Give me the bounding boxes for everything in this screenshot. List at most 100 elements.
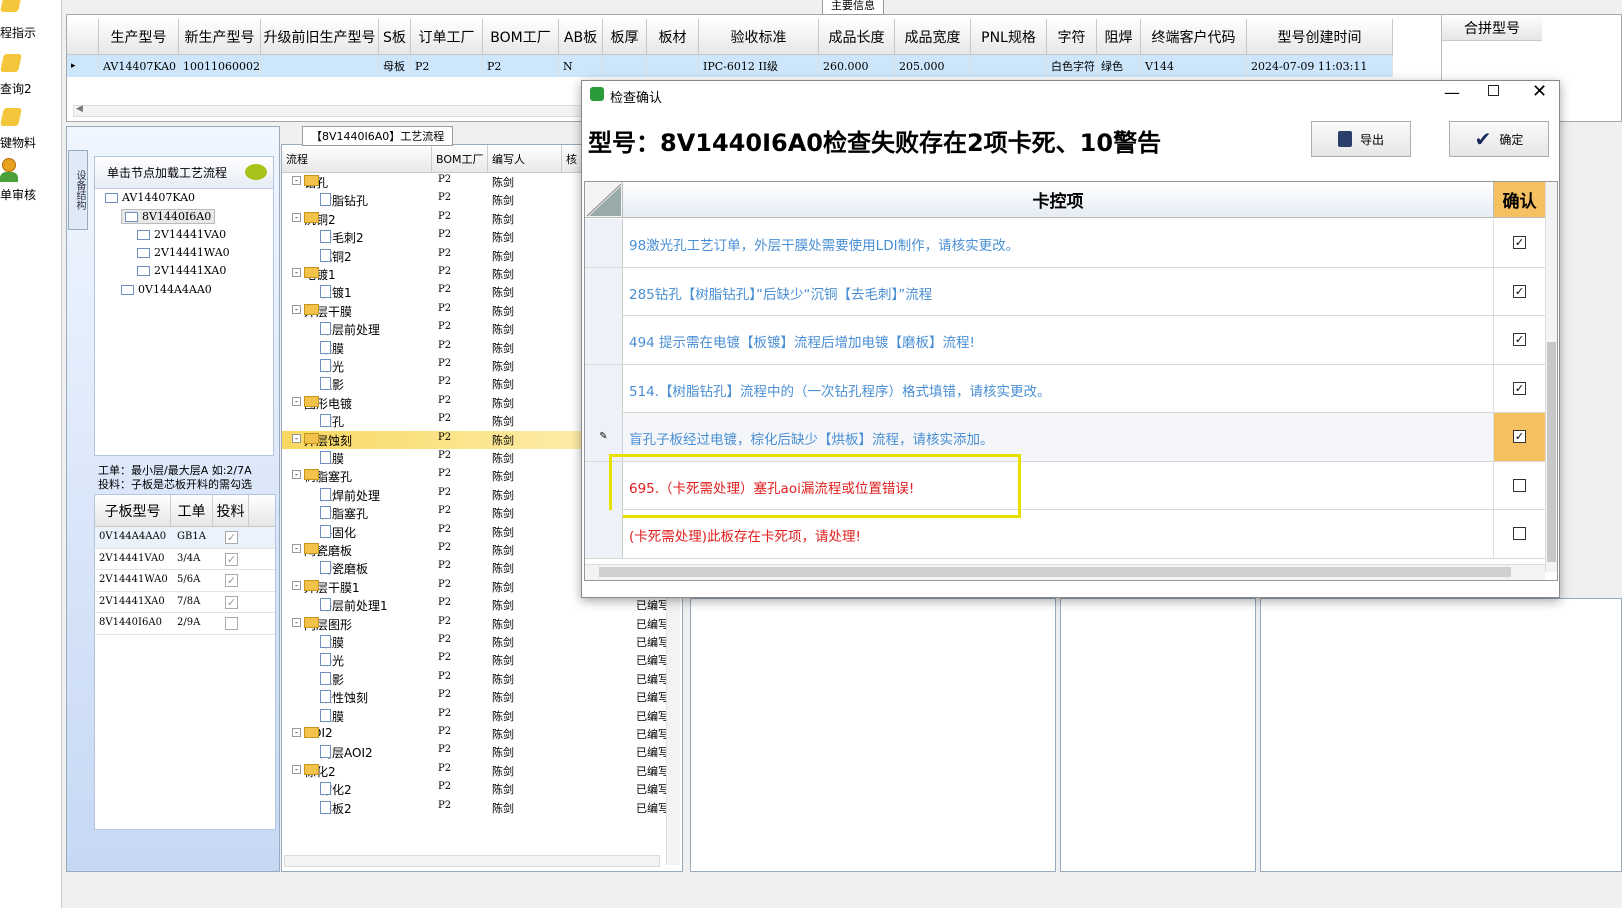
process-row[interactable]: 外层前处理1 P2 陈剑 已编写 [282,596,682,614]
table-cell[interactable]: V144 [1141,55,1247,77]
expand-toggle[interactable]: - [292,212,301,222]
process-row[interactable]: 退膜 P2 陈剑 已编写 [282,707,682,725]
expand-toggle[interactable]: - [292,544,301,553]
export-button[interactable]: 导出 [1311,121,1411,157]
table-cell[interactable]: 白色字符 [1047,55,1097,77]
grid-hscrollbar[interactable] [585,564,1545,580]
check-row[interactable]: (卡死需处理)此板存在卡死项，请处理! [585,510,1545,559]
col-header[interactable]: AB板 [559,19,603,55]
table-cell[interactable] [261,55,379,77]
col-header[interactable]: 板材 [647,19,699,55]
toolbar-item-1[interactable]: 查询2 [0,52,60,98]
confirm-checkbox[interactable]: ✓ [1513,236,1526,249]
expand-toggle[interactable]: - [292,617,301,627]
table-row[interactable]: 2V14441XA0 7/8A ✓ [95,592,275,613]
table-cell[interactable]: P2 [411,55,483,77]
table-cell[interactable]: IPC-6012 II级 [699,55,819,77]
col-header[interactable]: 字符 [1047,19,1097,55]
col-header[interactable]: 成品宽度 [895,19,971,55]
confirm-button[interactable]: ✔ 确定 [1449,121,1549,157]
check-row[interactable]: 98激光孔工艺订单，外层干膜处需要使用LDI制作，请核实更改。 ✓ [585,219,1545,268]
feed-checkbox[interactable]: ✓ [225,552,238,566]
maximize-icon[interactable] [1488,85,1499,96]
table-cell[interactable]: 260.000 [819,55,895,77]
col-header[interactable]: 成品长度 [819,19,895,55]
tab-process-flow[interactable]: 【8V1440I6A0】工艺流程 [302,126,454,146]
grid-vscrollbar[interactable] [1545,182,1557,572]
check-row[interactable]: ✎ 盲孔子板经过电镀，棕化后缺少【烘板】流程，请核实添加。 ✓ [585,413,1545,462]
hscroll-thumb[interactable] [599,567,1511,577]
confirm-checkbox[interactable] [1513,478,1526,492]
table-cell[interactable]: 绿色 [1097,55,1141,77]
toolbar-item-0[interactable]: 程指示 [0,0,60,42]
expand-toggle[interactable]: - [292,268,301,277]
confirm-checkbox[interactable]: ✓ [1513,430,1526,443]
table-cell[interactable]: 10011060002645 [179,55,261,77]
col-header[interactable]: 订单工厂 [411,19,483,55]
process-row[interactable]: 棕化2 P2 陈剑 已编写 [282,780,682,798]
process-row[interactable]: 酸性蚀刻 P2 陈剑 已编写 [282,688,682,706]
col-header[interactable]: BOM工厂 [483,19,559,55]
table-row[interactable]: 2V14441WA0 5/6A ✓ [95,570,275,592]
minimize-icon[interactable]: — [1444,83,1460,102]
tree-node[interactable]: 0V144A4AA0 [121,283,212,296]
process-row[interactable]: 烘板2 P2 陈剑 已编写 [282,799,682,817]
expand-toggle[interactable]: - [292,396,301,406]
check-row[interactable]: 285钻孔【树脂钻孔】”后缺少“沉铜【去毛刺】”流程 ✓ [585,267,1545,316]
table-cell[interactable]: 2024-07-09 11:03:11 [1247,55,1393,77]
table-row[interactable]: 0V144A4AA0 GB1A ✓ [95,527,275,549]
table-cell[interactable] [603,55,647,77]
expand-toggle[interactable]: - [292,304,301,314]
confirm-checkbox[interactable] [1513,527,1526,540]
main-hscrollbar[interactable]: ◀ [73,104,593,117]
feed-checkbox[interactable]: ✓ [225,531,238,544]
expand-toggle[interactable]: - [292,580,301,590]
col-header[interactable]: 板厚 [603,19,647,55]
table-cell[interactable]: N [559,55,603,77]
process-hscrollbar[interactable] [284,855,660,867]
process-row[interactable]: 内层图形 - P2 陈剑 已编写 [282,615,682,633]
table-cell[interactable]: P2 [483,55,559,77]
col-header[interactable]: 新生产型号 [179,19,261,55]
process-row[interactable]: 贴膜 P2 陈剑 已编写 [282,633,682,651]
col-header[interactable]: 型号创建时间 [1247,19,1393,55]
close-icon[interactable]: ✕ [1532,81,1547,102]
feed-checkbox[interactable] [225,617,238,630]
toolbar-item-2[interactable]: 键物料 [0,106,60,152]
expand-toggle[interactable]: - [292,433,301,443]
col-header[interactable]: 升级前旧生产型号 [261,19,379,55]
tab-main-info[interactable]: 主要信息 [822,0,884,15]
col-header[interactable]: 阻焊 [1097,19,1141,55]
expand-toggle[interactable]: - [292,176,301,185]
table-cell[interactable]: 205.000 [895,55,971,77]
col-header[interactable]: 生产型号 [99,19,179,55]
check-row[interactable]: 494 提示需在电镀【板镀】流程后增加电镀【磨板】流程! ✓ [585,316,1545,365]
process-row[interactable]: 曝光 P2 陈剑 已编写 [282,651,682,669]
col-header[interactable]: PNL规格 [971,19,1047,55]
toolbar-item-3[interactable]: 单审核 [0,158,60,204]
expand-toggle[interactable]: - [292,764,301,774]
check-row[interactable]: 514.【树脂钻孔】流程中的（一次钻孔程序）格式填错，请核实更改。 ✓ [585,364,1545,413]
expand-toggle[interactable]: - [292,728,301,737]
process-row[interactable]: 棕化2- P2 陈剑 已编写 [282,762,682,780]
table-row[interactable]: 2V14441VA0 3/4A ✓ [95,549,275,570]
table-cell[interactable] [647,55,699,77]
side-tab-structure[interactable]: 设备结构 [68,150,88,230]
confirm-checkbox[interactable]: ✓ [1513,381,1526,395]
confirm-checkbox[interactable]: ✓ [1513,284,1526,298]
table-row[interactable]: ▸AV14407KA010011060002645母板P2P2NIPC-6012… [67,55,1393,77]
tree-node[interactable]: 2V14441XA0 [137,264,226,277]
tree-node[interactable]: 2V14441WA0 [137,246,230,259]
feed-checkbox[interactable]: ✓ [225,574,238,587]
tree-node[interactable]: AV14407KA0 [105,191,195,204]
process-row[interactable]: 内层AOI2 P2 陈剑 已编写 [282,743,682,761]
confirm-checkbox[interactable]: ✓ [1513,333,1526,346]
table-cell[interactable]: 母板 [379,55,411,77]
table-row[interactable]: 8V1440I6A0 2/9A [95,613,275,635]
tree-node[interactable]: 8V1440I6A0 [121,209,216,225]
col-header[interactable]: 终端客户代码 [1141,19,1247,55]
expand-toggle[interactable]: - [292,470,301,480]
feed-checkbox[interactable]: ✓ [225,595,238,609]
check-row[interactable]: 695.（卡死需处理）塞孔aoi漏流程或位置错误! [585,453,1545,518]
tree-node[interactable]: 2V14441VA0 [137,228,226,241]
